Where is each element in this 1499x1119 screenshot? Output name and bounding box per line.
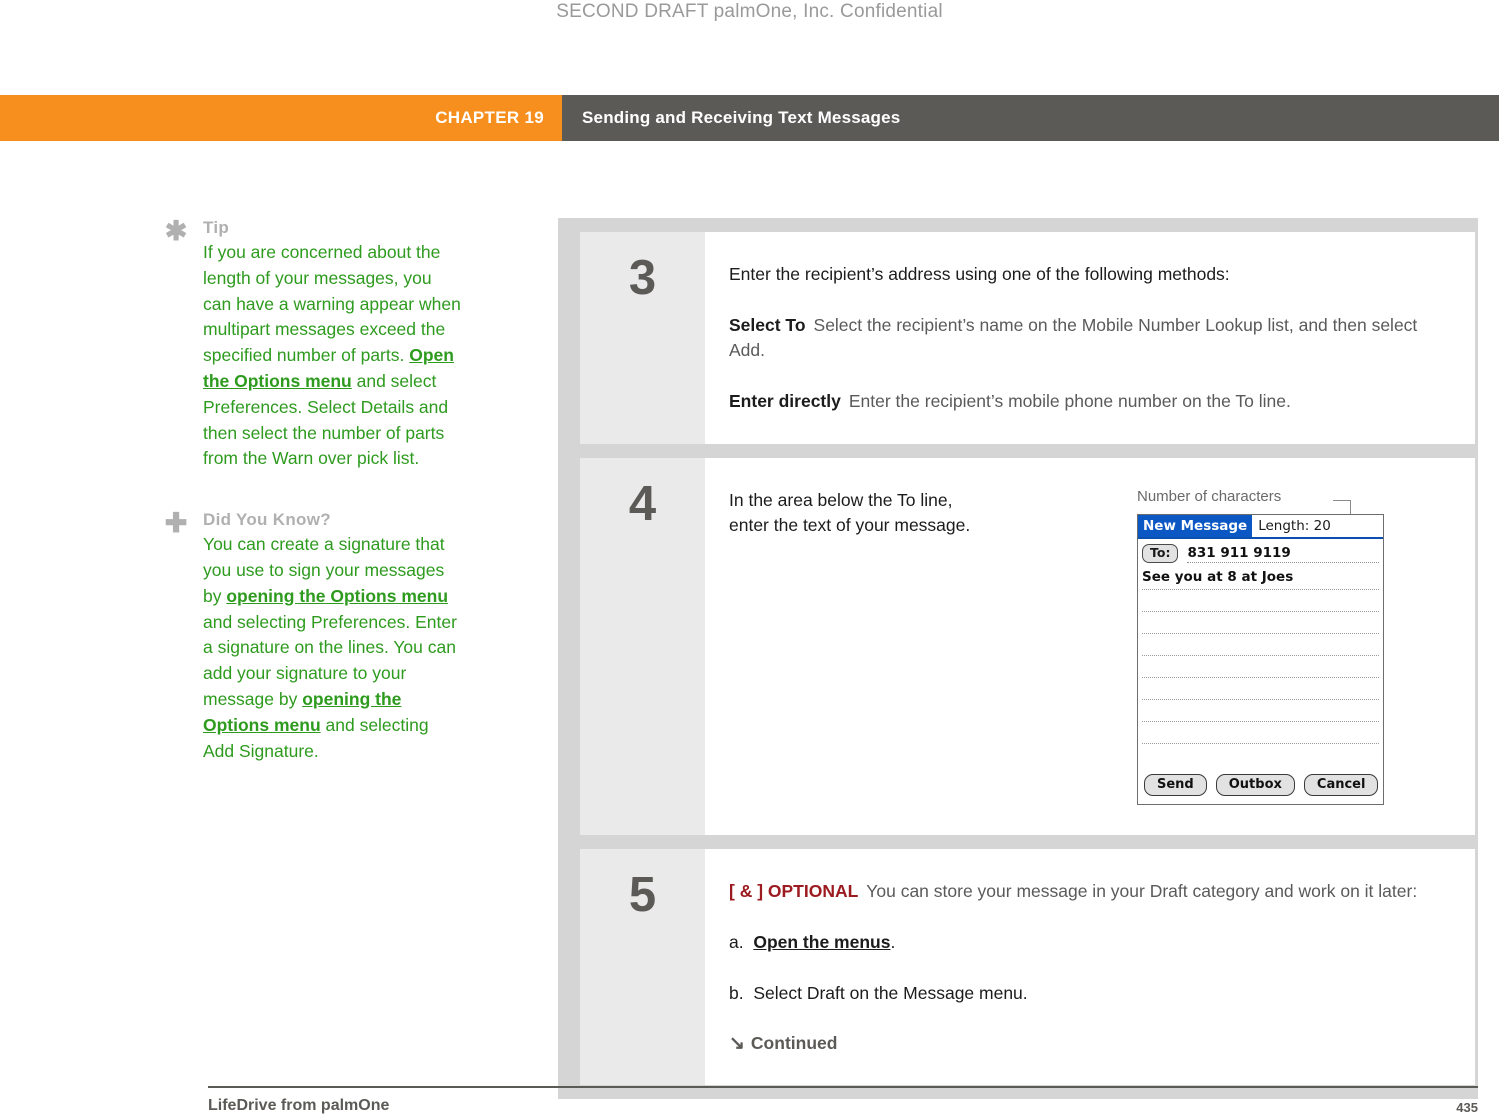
figure-callout: Number of characters: [1137, 488, 1445, 546]
arrow-down-right-icon: ↘: [729, 1033, 745, 1054]
device-message-line-3[interactable]: [1142, 612, 1379, 634]
step-3-content: Enter the recipient’s address using one …: [705, 232, 1475, 444]
optional-badge: [ & ] OPTIONAL: [729, 881, 859, 901]
device-button-row: Send Outbox Cancel: [1138, 765, 1383, 804]
step-5-intro: [ & ] OPTIONAL You can store your message…: [729, 879, 1445, 904]
step-5-sub-item-a-post: .: [890, 932, 896, 952]
continued-indicator: ↘ Continued: [729, 1032, 1445, 1055]
device-send-button[interactable]: Send: [1144, 774, 1207, 796]
continued-label: Continued: [750, 1033, 838, 1053]
device-cancel-button[interactable]: Cancel: [1303, 774, 1379, 796]
note-did-you-know-heading: Did You Know?: [203, 510, 331, 530]
device-message-line-1[interactable]: See you at 8 at Joes: [1142, 568, 1379, 590]
step-4-content: In the area below the To line, enter the…: [705, 458, 1475, 835]
step-4-instruction-line-1: In the area below the To line,: [729, 490, 953, 510]
step-5-content: [ & ] OPTIONAL You can store your message…: [705, 849, 1475, 1085]
note-tip-text: If you are concerned about the length of…: [203, 240, 463, 472]
callout-leader-horizontal: [1333, 500, 1351, 501]
note-did-you-know: ✚ Did You Know? You can create a signatu…: [163, 510, 463, 764]
step-5-sub-item-b-text: Select Draft on the Message menu.: [753, 983, 1028, 1003]
figure-callout-label: Number of characters: [1137, 488, 1282, 505]
note-dyk-link-options-menu-1[interactable]: opening the Options menu: [226, 586, 448, 606]
step-5: 5 [ & ] OPTIONAL You can store your messa…: [580, 849, 1475, 1085]
step-3-method-select-to-term: Select To: [729, 315, 806, 335]
steps-container: 3 Enter the recipient’s address using on…: [558, 218, 1478, 1099]
device-outbox-button[interactable]: Outbox: [1215, 774, 1295, 796]
step-4-instruction-line-2: enter the text of your message.: [729, 515, 971, 535]
device-title: New Message: [1138, 515, 1253, 537]
device-message-line-7[interactable]: [1142, 700, 1379, 722]
step-3-number-cell: 3: [580, 232, 705, 444]
step-5-sub-item-a: a. Open the menus.: [729, 930, 1445, 955]
step-4-figure: Number of characters New Message Length:…: [1119, 488, 1445, 805]
chapter-number-tab: CHAPTER 19: [0, 95, 562, 141]
plus-icon: ✚: [164, 508, 188, 539]
note-tip-heading: Tip: [203, 218, 230, 237]
step-4-number: 4: [628, 477, 657, 531]
step-3-number: 3: [628, 251, 657, 305]
footer-product-name: LifeDrive from palmOne: [208, 1097, 390, 1114]
device-to-row: To: 831 911 9119: [1138, 539, 1383, 564]
step-5-intro-text: You can store your message in your Draft…: [866, 881, 1418, 901]
device-to-value[interactable]: 831 911 9119: [1187, 545, 1379, 563]
step-3-intro: Enter the recipient’s address using one …: [729, 264, 1230, 284]
device-message-line-6[interactable]: [1142, 678, 1379, 700]
step-3-method-select-to: Select To Select the recipient’s name on …: [729, 313, 1445, 363]
step-4-instruction: In the area below the To line, enter the…: [729, 488, 1119, 805]
device-length-indicator: Length: 20: [1258, 518, 1331, 534]
step-5-sub-item-b-marker: b.: [729, 983, 744, 1003]
step-5-number-cell: 5: [580, 849, 705, 1085]
footer-page-number: 435: [1456, 1100, 1478, 1115]
device-message-line-8[interactable]: [1142, 722, 1379, 744]
step-4: 4 In the area below the To line, enter t…: [580, 458, 1475, 835]
draft-watermark-header: SECOND DRAFT palmOne, Inc. Confidential: [556, 1, 943, 22]
step-5-number: 5: [628, 868, 657, 922]
step-3: 3 Enter the recipient’s address using on…: [580, 232, 1475, 444]
step-3-method-enter-directly: Enter directly Enter the recipient’s mobi…: [729, 389, 1445, 414]
chapter-title-bar: Sending and Receiving Text Messages: [562, 95, 1499, 141]
step-3-method-enter-directly-term: Enter directly: [729, 391, 841, 411]
note-tip: ✱ Tip If you are concerned about the len…: [163, 218, 463, 472]
note-did-you-know-text: You can create a signature that you use …: [203, 532, 463, 764]
chapter-number-label: CHAPTER 19: [435, 108, 544, 127]
device-message-line-5[interactable]: [1142, 656, 1379, 678]
asterisk-icon: ✱: [164, 216, 188, 246]
step-3-method-enter-directly-desc: Enter the recipient’s mobile phone numbe…: [848, 391, 1291, 411]
device-message-body[interactable]: See you at 8 at Joes: [1138, 564, 1383, 765]
chapter-header-bar: CHAPTER 19 Sending and Receiving Text Me…: [0, 95, 1499, 141]
step-5-sub-item-a-marker: a.: [729, 932, 744, 952]
step-5-sub-item-b: b. Select Draft on the Message menu.: [729, 981, 1445, 1006]
footer-divider: [208, 1086, 1478, 1088]
device-message-line-2[interactable]: [1142, 590, 1379, 612]
device-to-button[interactable]: To:: [1142, 544, 1179, 563]
device-message-line-4[interactable]: [1142, 634, 1379, 656]
step-4-number-cell: 4: [580, 458, 705, 835]
device-message-line-9[interactable]: [1142, 744, 1379, 765]
step-3-method-select-to-desc: Select the recipient’s name on the Mobil…: [729, 315, 1418, 360]
device-title-bar: New Message Length: 20: [1138, 515, 1383, 539]
device-screenshot-new-message: New Message Length: 20 To: 831 911 9119 …: [1137, 514, 1384, 805]
chapter-title-label: Sending and Receiving Text Messages: [582, 108, 901, 127]
sidebar-notes: ✱ Tip If you are concerned about the len…: [163, 218, 463, 802]
step-5-link-open-the-menus[interactable]: Open the menus: [753, 932, 890, 952]
